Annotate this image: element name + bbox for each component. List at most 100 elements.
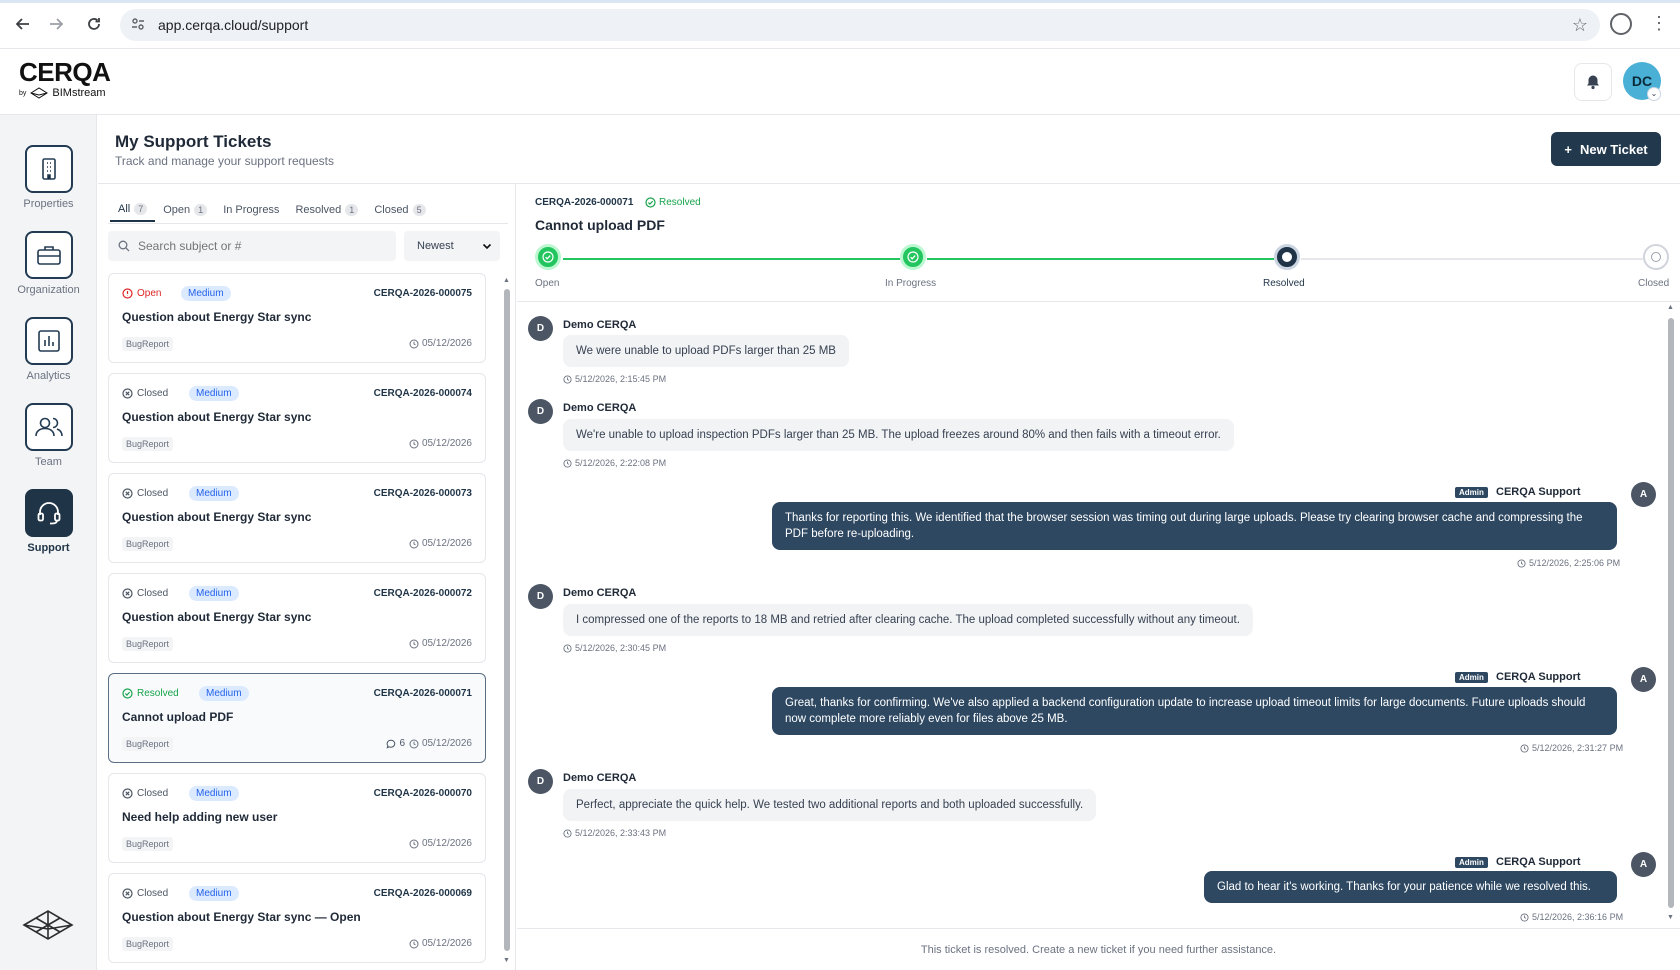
step-open-icon [535,244,561,270]
sidebar-item-analytics[interactable]: Analytics [0,317,97,382]
sidebar-item-organization[interactable]: Organization [0,231,97,296]
priority-badge: Medium [189,486,239,501]
browser-profile-icon[interactable] [1610,13,1632,35]
ticket-card[interactable]: Closed Medium CERQA-2026-000070 Need hel… [108,773,486,863]
ticket-card[interactable]: Closed Medium CERQA-2026-000073 Question… [108,473,486,563]
bookmark-star-icon[interactable]: ☆ [1572,15,1588,36]
ticket-date: 05/12/2026 [409,738,472,749]
app-header: CERQA by BIMstream DC ⌄ [0,49,1680,115]
status-label: Closed [137,888,169,899]
progress-connector [927,258,1274,260]
message-avatar: D [528,399,553,424]
message-bubble: I compressed one of the reports to 18 MB… [563,604,1253,636]
message-bubble-admin: Great, thanks for confirming. We've also… [772,687,1617,735]
ticket-date: 05/12/2026 [409,838,472,849]
sidebar-tile-properties[interactable] [24,145,73,193]
clock-icon [563,458,572,468]
scroll-up-icon[interactable]: ▲ [503,277,510,284]
sidebar-label-support: Support [27,542,70,554]
tab-in-progress[interactable]: In Progress [215,198,287,222]
message-time-value: 5/12/2026, 2:36:16 PM [1532,912,1624,922]
scroll-down-icon[interactable]: ▼ [1667,914,1674,921]
scroll-up-icon[interactable]: ▲ [1667,304,1674,311]
message-bubble: We're unable to upload inspection PDFs l… [563,419,1234,451]
step-label-open: Open [535,278,560,289]
ticket-id: CERQA-2026-000075 [373,288,472,299]
tab-count: 1 [194,204,208,216]
tab-count: 1 [345,204,359,216]
ticket-card[interactable]: Open Medium CERQA-2026-000075 Question a… [108,273,486,363]
chevron-down-icon[interactable]: ⌄ [1647,87,1661,101]
tab-resolved[interactable]: Resolved 1 [287,198,366,222]
sidebar-tile-analytics[interactable] [24,317,73,365]
closed-circle-icon [122,588,133,599]
message-thread-scrollbar[interactable]: ▲ ▼ [1666,304,1676,926]
clock-icon [409,639,419,648]
message-time-value: 5/12/2026, 2:25:06 PM [1529,558,1621,568]
ticket-card[interactable]: Closed Medium CERQA-2026-000074 Question… [108,373,486,463]
clock-icon [409,539,419,548]
ticket-date: 05/12/2026 [409,338,472,349]
new-ticket-button[interactable]: + New Ticket [1551,132,1661,166]
clock-icon [563,374,572,384]
ticket-date: 05/12/2026 [409,638,472,649]
category-tag: BugReport [122,537,174,551]
ticket-date-value: 05/12/2026 [421,538,472,549]
bimstream-logo-icon [20,905,76,948]
address-bar[interactable]: app.cerqa.cloud/support ☆ [120,9,1600,41]
url-text[interactable]: app.cerqa.cloud/support [158,17,308,33]
back-icon[interactable] [12,13,34,35]
users-icon [34,417,63,437]
ticket-card-selected[interactable]: Resolved Medium CERQA-2026-000071 Cannot… [108,673,486,763]
tab-count: 7 [134,203,148,215]
scrollbar-thumb[interactable] [1668,318,1674,908]
ticket-card[interactable]: Closed Medium CERQA-2026-000072 Question… [108,573,486,663]
sidebar-tile-organization[interactable] [24,231,73,279]
status-label: Closed [137,588,169,599]
site-settings-icon[interactable] [130,17,146,33]
search-input[interactable] [138,239,378,253]
priority-badge: Medium [199,686,249,701]
message-author: CERQA Support [1496,486,1581,498]
message-author: Demo CERQA [563,587,637,599]
step-label-closed: Closed [1638,278,1670,289]
tab-closed[interactable]: Closed 5 [366,198,433,222]
forward-icon[interactable] [45,13,67,35]
reload-icon[interactable] [83,13,105,35]
message-thread: D Demo CERQA We were unable to upload PD… [517,302,1680,927]
ticket-title: Need help adding new user [122,810,278,824]
priority-badge: Medium [189,386,239,401]
scroll-down-icon[interactable]: ▼ [503,957,510,964]
sidebar-tile-team[interactable] [24,403,73,451]
message-time: 5/12/2026, 2:30:45 PM [563,643,666,653]
sort-select[interactable]: Newest [404,231,500,261]
ticket-list-scrollbar[interactable]: ▲ ▼ [502,277,512,967]
sidebar-item-team[interactable]: Team [0,403,97,468]
status-badge: Open [122,288,161,299]
detail-title: Cannot upload PDF [535,217,665,233]
sidebar-item-support[interactable]: Support [0,489,97,554]
sidebar-label-organization: Organization [17,284,80,296]
notifications-button[interactable] [1574,63,1612,101]
plus-icon: + [1564,141,1572,157]
ticket-id: CERQA-2026-000069 [373,888,472,899]
tab-all[interactable]: All 7 [110,198,156,222]
sidebar-tile-support[interactable] [24,489,73,537]
bimstream-mark-icon [30,87,49,99]
ticket-card[interactable]: Closed Medium CERQA-2026-000069 Question… [108,873,486,963]
search-box[interactable] [108,231,396,261]
comment-icon [386,739,396,749]
scrollbar-thumb[interactable] [504,289,510,951]
status-label: Closed [137,388,169,399]
message-time-value: 5/12/2026, 2:33:43 PM [575,828,667,838]
comment-count-value: 6 [399,738,405,749]
sidebar-item-properties[interactable]: Properties [0,145,97,210]
message-avatar: D [528,584,553,609]
tab-open[interactable]: Open 1 [155,198,215,222]
message-bubble-admin: Glad to hear it's working. Thanks for yo… [1204,871,1617,903]
status-filter-tabs: All 7 Open 1 In Progress Resolved 1 Clos… [110,198,434,222]
browser-menu-icon[interactable]: ⋮ [1650,13,1668,33]
cerqa-logo[interactable]: CERQA by BIMstream [19,59,111,99]
ticket-title: Question about Energy Star sync [122,310,312,324]
category-tag: BugReport [122,737,174,751]
